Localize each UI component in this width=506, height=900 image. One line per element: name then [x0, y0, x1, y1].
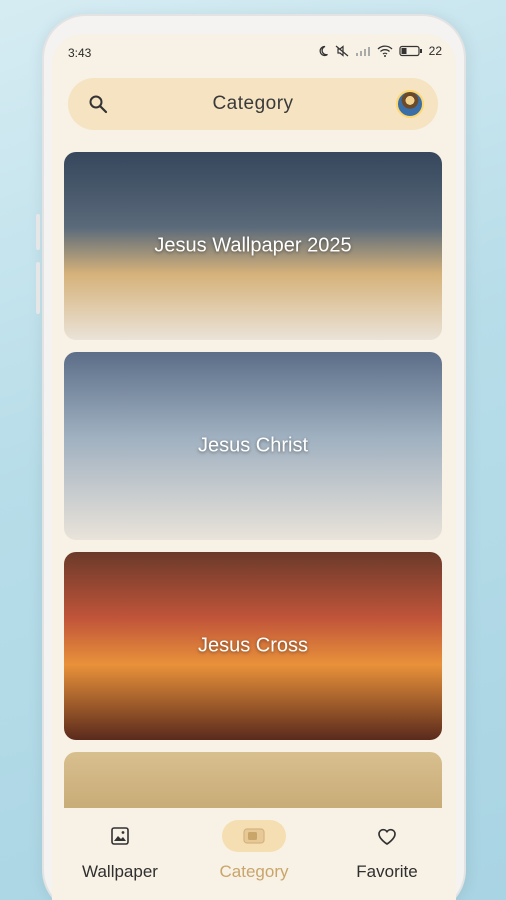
nav-wallpaper[interactable]: Wallpaper	[55, 820, 185, 882]
status-time: 3:43	[68, 46, 92, 60]
wallpaper-icon	[111, 827, 129, 845]
volume-button	[36, 262, 40, 314]
category-title: Jesus Christ	[197, 434, 309, 457]
page-title: Category	[212, 93, 294, 114]
battery-icon	[399, 45, 422, 57]
heart-icon	[378, 828, 396, 845]
nav-category-pill	[222, 820, 286, 852]
nav-label: Wallpaper	[82, 862, 158, 881]
wifi-icon	[377, 45, 393, 57]
nav-favorite-pill	[355, 820, 419, 852]
category-icon	[243, 828, 265, 844]
bottom-navigation: Wallpaper Category Favorite	[52, 808, 456, 900]
nav-favorite[interactable]: Favorite	[322, 820, 452, 882]
top-app-bar: Category	[68, 78, 438, 130]
category-title: Jesus Cross	[197, 634, 309, 657]
status-bar: 3:43 22	[52, 34, 456, 68]
category-card[interactable]: Jesus Cross	[64, 552, 442, 740]
nav-label: Category	[219, 862, 289, 881]
app-screen: 3:43 22 Category Jesus Wallpaper 2025 Je…	[52, 34, 456, 900]
category-card[interactable]: Jesus Wallpaper 2025	[64, 152, 442, 340]
category-card[interactable]: Jesus Christ	[64, 352, 442, 540]
nav-category[interactable]: Category	[189, 820, 319, 882]
category-title: Jesus Wallpaper 2025	[154, 234, 352, 257]
signal-icon	[355, 47, 370, 56]
volume-button	[36, 214, 40, 250]
status-icons: 22	[317, 44, 442, 58]
moon-icon	[319, 45, 328, 57]
avatar[interactable]	[396, 90, 424, 118]
battery-level: 22	[428, 44, 442, 58]
nav-label: Favorite	[356, 862, 418, 881]
nav-wallpaper-pill	[88, 820, 152, 852]
mute-icon	[335, 45, 349, 57]
